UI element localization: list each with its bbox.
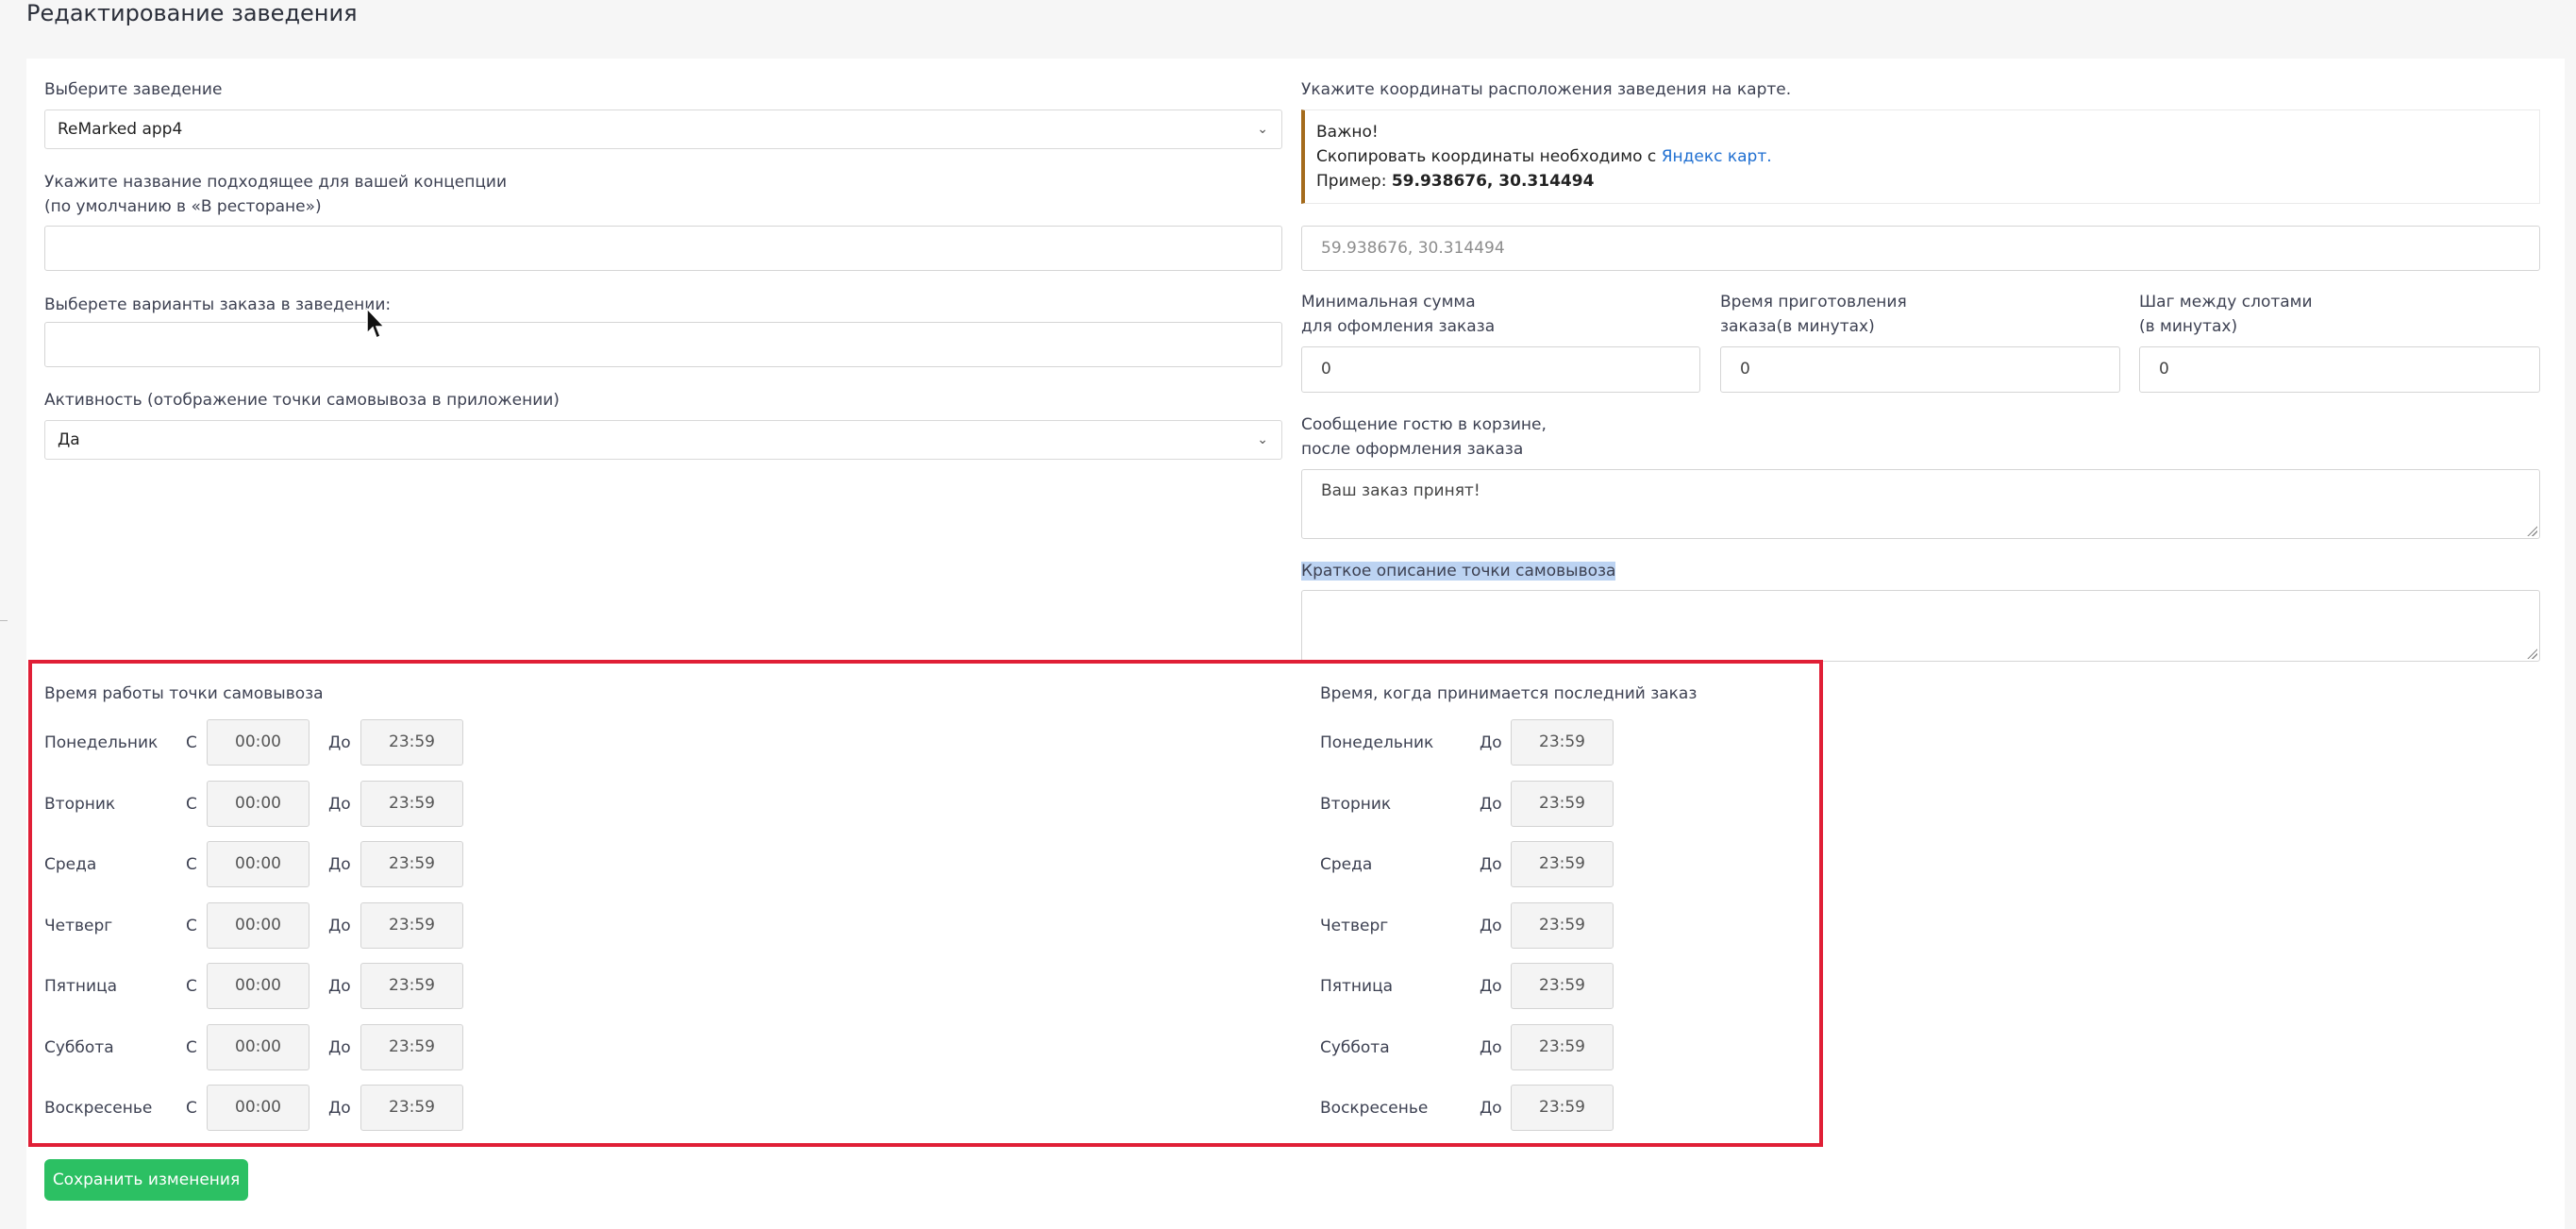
time-from-input[interactable]: 00:00 xyxy=(207,841,309,887)
last-order-to-label: До xyxy=(1480,855,1502,874)
last-order-to-label: До xyxy=(1480,733,1502,752)
venue-select[interactable]: ReMarked app4 ⌄ xyxy=(44,109,1282,149)
from-label: С xyxy=(186,1099,197,1118)
time-from-input[interactable]: 00:00 xyxy=(207,1085,309,1131)
time-from-input[interactable]: 00:00 xyxy=(207,1024,309,1070)
description-label: Краткое описание точки самовывоза xyxy=(1301,559,1616,583)
activity-select[interactable]: Да ⌄ xyxy=(44,420,1282,460)
time-from-input[interactable]: 00:00 xyxy=(207,963,309,1009)
last-order-to-label: До xyxy=(1480,1099,1502,1118)
activity-select-value: Да xyxy=(58,430,80,449)
schedule-day-label: Понедельник xyxy=(44,733,159,752)
name-label: Укажите название подходящее для вашей ко… xyxy=(44,173,508,216)
last-order-time-input[interactable]: 23:59 xyxy=(1511,963,1614,1009)
guest-message-textarea[interactable]: Ваш заказ принят! xyxy=(1301,469,2540,539)
time-from-input[interactable]: 00:00 xyxy=(207,781,309,827)
last-order-day-label: Воскресенье xyxy=(1320,1099,1429,1118)
time-to-input[interactable]: 23:59 xyxy=(360,841,463,887)
resize-handle-icon[interactable] xyxy=(2526,525,2537,536)
from-label: С xyxy=(186,917,197,935)
schedule-title: Время работы точки самовывоза xyxy=(44,684,324,703)
order-variants-input[interactable] xyxy=(44,322,1282,367)
to-label: До xyxy=(328,733,351,752)
last-order-time-input[interactable]: 23:59 xyxy=(1511,841,1614,887)
to-label: До xyxy=(328,917,351,935)
slot-step-input[interactable]: 0 xyxy=(2139,346,2540,393)
last-order-day-label: Суббота xyxy=(1320,1038,1390,1057)
coords-label: Укажите координаты расположения заведени… xyxy=(1301,80,1792,99)
last-order-title: Время, когда принимается последний заказ xyxy=(1320,684,1698,703)
from-label: С xyxy=(186,977,197,996)
from-label: С xyxy=(186,733,197,752)
to-label: До xyxy=(328,795,351,814)
last-order-day-label: Пятница xyxy=(1320,977,1394,996)
schedule-day-label: Суббота xyxy=(44,1038,114,1057)
chevron-down-icon: ⌄ xyxy=(1257,432,1268,447)
last-order-to-label: До xyxy=(1480,795,1502,814)
last-order-time-input[interactable]: 23:59 xyxy=(1511,1085,1614,1131)
prep-time-input[interactable]: 0 xyxy=(1720,346,2120,393)
order-variants-label: Выберете варианты заказа в заведении: xyxy=(44,295,392,314)
time-from-input[interactable]: 00:00 xyxy=(207,719,309,766)
to-label: До xyxy=(328,977,351,996)
time-to-input[interactable]: 23:59 xyxy=(360,902,463,949)
last-order-to-label: До xyxy=(1480,1038,1502,1057)
min-sum-input[interactable]: 0 xyxy=(1301,346,1700,393)
coords-alert: Важно! Скопировать координаты необходимо… xyxy=(1301,109,2540,204)
alert-text: Скопировать координаты необходимо с Янде… xyxy=(1316,144,2528,169)
last-order-time-input[interactable]: 23:59 xyxy=(1511,1024,1614,1070)
description-label-text: Краткое описание точки самовывоза xyxy=(1301,562,1616,581)
time-to-input[interactable]: 23:59 xyxy=(360,719,463,766)
concept-name-input[interactable] xyxy=(44,226,1282,271)
chevron-down-icon: ⌄ xyxy=(1257,122,1268,137)
alert-example-value: 59.938676, 30.314494 xyxy=(1391,172,1595,191)
last-order-day-label: Среда xyxy=(1320,855,1373,874)
time-to-input[interactable]: 23:59 xyxy=(360,963,463,1009)
last-order-day-label: Четверг xyxy=(1320,917,1389,935)
venue-label: Выберите заведение xyxy=(44,80,223,99)
message-label: Сообщение гостю в корзине, после оформле… xyxy=(1301,415,1547,459)
time-to-input[interactable]: 23:59 xyxy=(360,1024,463,1070)
page-title: Редактирование заведения xyxy=(26,0,358,26)
edge-divider xyxy=(0,620,8,621)
from-label: С xyxy=(186,795,197,814)
prep-time-label: Время приготовления заказа(в минутах) xyxy=(1720,293,1907,336)
last-order-day-label: Понедельник xyxy=(1320,733,1434,752)
resize-handle-icon[interactable] xyxy=(2526,648,2537,659)
schedule-day-label: Четверг xyxy=(44,917,113,935)
to-label: До xyxy=(328,1038,351,1057)
last-order-time-input[interactable]: 23:59 xyxy=(1511,902,1614,949)
schedule-day-label: Среда xyxy=(44,855,97,874)
description-textarea[interactable] xyxy=(1301,590,2540,662)
schedule-day-label: Воскресенье xyxy=(44,1099,153,1118)
alert-example-prefix: Пример: xyxy=(1316,172,1392,191)
guest-message-value: Ваш заказ принят! xyxy=(1321,481,1480,500)
activity-label: Активность (отображение точки самовывоза… xyxy=(44,391,560,410)
from-label: С xyxy=(186,1038,197,1057)
alert-text-prefix: Скопировать координаты необходимо с xyxy=(1316,147,1662,166)
schedule-day-label: Вторник xyxy=(44,795,116,814)
last-order-day-label: Вторник xyxy=(1320,795,1392,814)
yandex-maps-link[interactable]: Яндекс карт. xyxy=(1662,147,1772,166)
time-from-input[interactable]: 00:00 xyxy=(207,902,309,949)
to-label: До xyxy=(328,1099,351,1118)
to-label: До xyxy=(328,855,351,874)
mouse-cursor-icon xyxy=(366,308,386,340)
last-order-to-label: До xyxy=(1480,977,1502,996)
last-order-time-input[interactable]: 23:59 xyxy=(1511,719,1614,766)
coords-input[interactable]: 59.938676, 30.314494 xyxy=(1301,226,2540,271)
time-to-input[interactable]: 23:59 xyxy=(360,781,463,827)
min-sum-label: Минимальная сумма для офомления заказа xyxy=(1301,293,1496,336)
time-to-input[interactable]: 23:59 xyxy=(360,1085,463,1131)
schedule-day-label: Пятница xyxy=(44,977,118,996)
alert-title: Важно! xyxy=(1316,123,1379,142)
last-order-time-input[interactable]: 23:59 xyxy=(1511,781,1614,827)
save-button[interactable]: Сохранить изменения xyxy=(44,1159,248,1201)
last-order-to-label: До xyxy=(1480,917,1502,935)
from-label: С xyxy=(186,855,197,874)
alert-example: Пример: 59.938676, 30.314494 xyxy=(1316,169,2528,194)
slot-step-label: Шаг между слотами (в минутах) xyxy=(2139,293,2313,336)
venue-select-value: ReMarked app4 xyxy=(58,120,183,139)
